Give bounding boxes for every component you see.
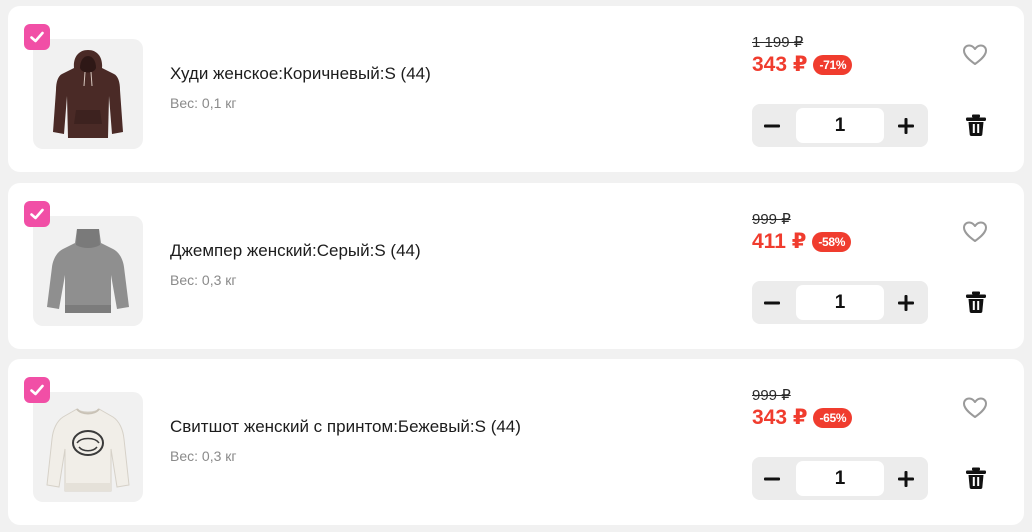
minus-icon (764, 124, 780, 127)
heart-icon (963, 397, 987, 418)
current-price: 343 ₽ (752, 406, 808, 429)
decrease-quantity-button[interactable] (752, 457, 792, 500)
cart-item: Свитшот женский с принтом:Бежевый:S (44)… (8, 359, 1024, 525)
trash-icon (966, 114, 986, 136)
quantity-stepper (752, 104, 928, 147)
price-row: 343 ₽ -65% (752, 405, 853, 430)
increase-quantity-button[interactable] (886, 104, 926, 147)
checkmark-icon (30, 208, 44, 220)
item-select-checkbox[interactable] (24, 24, 50, 50)
increase-quantity-button[interactable] (886, 457, 926, 500)
remove-item-button[interactable] (963, 465, 989, 491)
product-image-sweatshirt[interactable] (33, 392, 143, 502)
decrease-quantity-button[interactable] (752, 104, 792, 147)
remove-item-button[interactable] (963, 112, 989, 138)
current-price: 411 ₽ (752, 230, 807, 253)
product-title[interactable]: Джемпер женский:Серый:S (44) (170, 241, 421, 261)
plus-icon (898, 117, 914, 134)
current-price: 343 ₽ (752, 53, 808, 76)
product-weight: Вес: 0,3 кг (170, 448, 237, 464)
item-select-checkbox[interactable] (24, 201, 50, 227)
remove-item-button[interactable] (963, 289, 989, 315)
add-to-favorites-button[interactable] (961, 42, 989, 68)
checkmark-icon (30, 384, 44, 396)
cart-item: Джемпер женский:Серый:S (44) Вес: 0,3 кг… (8, 183, 1024, 349)
old-price: 1 199 ₽ (752, 34, 804, 51)
minus-icon (764, 301, 780, 304)
quantity-stepper (752, 281, 928, 324)
product-weight: Вес: 0,3 кг (170, 272, 237, 288)
heart-icon (963, 44, 987, 65)
minus-icon (764, 477, 780, 480)
old-price: 999 ₽ (752, 211, 791, 228)
plus-icon (898, 294, 914, 311)
heart-icon (963, 221, 987, 242)
discount-badge: -65% (813, 407, 853, 428)
plus-icon (898, 470, 914, 487)
add-to-favorites-button[interactable] (961, 395, 989, 421)
decrease-quantity-button[interactable] (752, 281, 792, 324)
price-row: 411 ₽ -58% (752, 229, 852, 254)
cart-item: Худи женское:Коричневый:S (44) Вес: 0,1 … (8, 6, 1024, 172)
quantity-input[interactable] (796, 285, 884, 320)
product-title[interactable]: Свитшот женский с принтом:Бежевый:S (44) (170, 417, 521, 437)
quantity-stepper (752, 457, 928, 500)
add-to-favorites-button[interactable] (961, 219, 989, 245)
quantity-input[interactable] (796, 461, 884, 496)
checkmark-icon (30, 31, 44, 43)
product-image-hoodie[interactable] (33, 39, 143, 149)
increase-quantity-button[interactable] (886, 281, 926, 324)
product-image-sweater[interactable] (33, 216, 143, 326)
discount-badge: -71% (813, 54, 853, 75)
price-row: 343 ₽ -71% (752, 52, 853, 77)
item-select-checkbox[interactable] (24, 377, 50, 403)
old-price: 999 ₽ (752, 387, 791, 404)
product-weight: Вес: 0,1 кг (170, 95, 237, 111)
trash-icon (966, 291, 986, 313)
discount-badge: -58% (812, 231, 852, 252)
trash-icon (966, 467, 986, 489)
quantity-input[interactable] (796, 108, 884, 143)
product-title[interactable]: Худи женское:Коричневый:S (44) (170, 64, 431, 84)
